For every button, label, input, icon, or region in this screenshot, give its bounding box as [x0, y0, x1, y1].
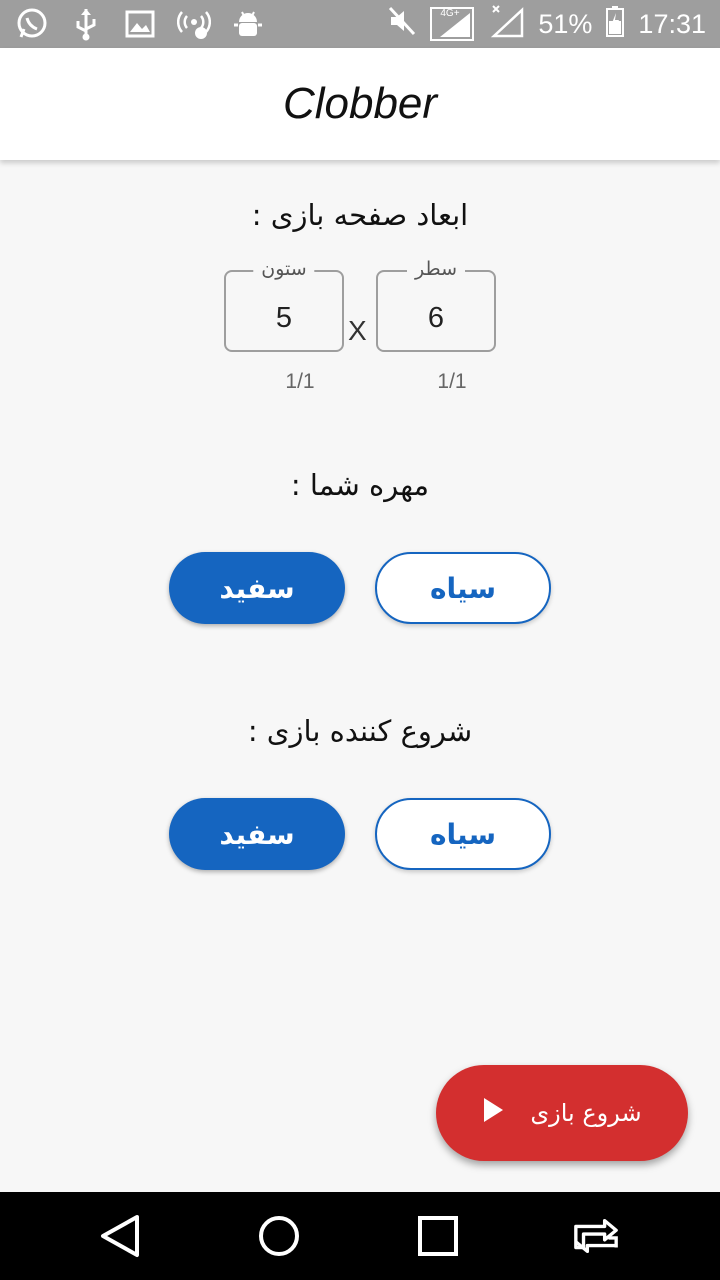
android-debug-icon	[230, 6, 266, 42]
no-sim-icon	[488, 4, 524, 45]
play-icon	[482, 1097, 504, 1129]
signal-4g-icon: 4G+	[430, 7, 475, 41]
status-bar: 4G+ 51% 17:31	[0, 0, 720, 48]
columns-counter: 1/1	[285, 370, 315, 393]
rows-field[interactable]: سطر 6	[376, 258, 496, 352]
columns-input[interactable]: 5	[226, 302, 342, 335]
image-icon	[122, 6, 158, 42]
app-bar: Clobber	[0, 48, 720, 160]
home-icon[interactable]	[255, 1212, 303, 1260]
notification-icons	[14, 6, 266, 42]
switch-apps-icon[interactable]	[572, 1212, 620, 1260]
system-indicators: 4G+ 51% 17:31	[388, 0, 706, 48]
starter-white-button[interactable]: سفید	[169, 798, 345, 870]
start-game-button[interactable]: شروع بازی	[436, 1065, 688, 1161]
rows-label: سطر	[407, 258, 465, 280]
your-piece-title: مهره شما :	[290, 468, 430, 502]
start-game-label: شروع بازی	[530, 1099, 642, 1127]
rows-counter: 1/1	[437, 370, 467, 393]
starter-title: شروع کننده بازی :	[247, 714, 473, 748]
hotspot-icon	[176, 6, 212, 42]
size-separator: X	[348, 315, 367, 346]
board-size-title: ابعاد صفحه بازی :	[251, 198, 469, 232]
battery-icon	[606, 5, 625, 44]
clock: 17:31	[638, 8, 706, 39]
back-icon[interactable]	[96, 1212, 144, 1260]
navigation-bar	[0, 1192, 720, 1280]
app-title: Clobber	[282, 79, 438, 128]
network-label: 4G+	[440, 8, 460, 19]
columns-label: ستون	[253, 258, 315, 280]
settings-content: ابعاد صفحه بازی : ستون 5 X سطر 6 1/1 1/1…	[0, 160, 720, 1192]
recents-icon[interactable]	[414, 1212, 462, 1260]
whatsapp-icon	[14, 6, 50, 42]
battery-percent: 51%	[538, 8, 593, 39]
starter-black-button[interactable]: سیاه	[375, 798, 551, 870]
your-piece-white-button[interactable]: سفید	[169, 552, 345, 624]
columns-field[interactable]: ستون 5	[224, 258, 344, 352]
usb-icon	[68, 6, 104, 42]
mute-icon	[388, 6, 416, 43]
your-piece-black-button[interactable]: سیاه	[375, 552, 551, 624]
rows-input[interactable]: 6	[378, 302, 494, 335]
